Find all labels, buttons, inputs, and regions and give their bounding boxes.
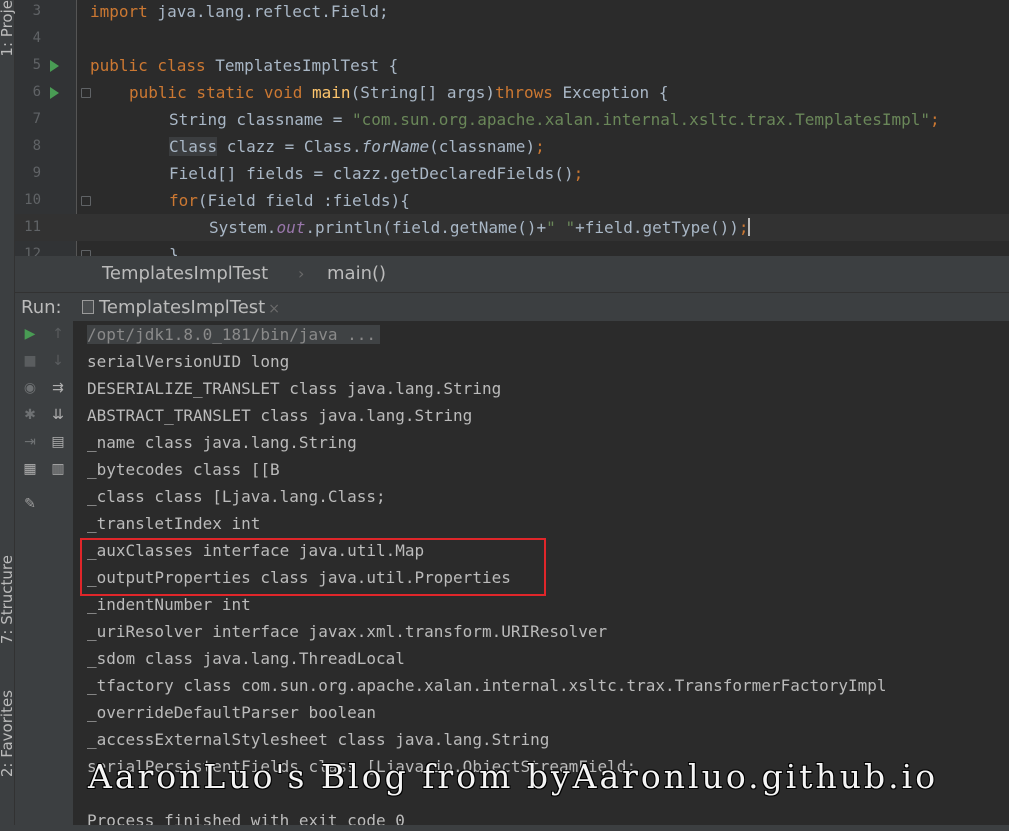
left-tool-strip: 1: Proje 7: Structure 2: Favorites xyxy=(0,0,16,831)
breadcrumb: TemplatesImplTest › main() xyxy=(15,256,1009,293)
console-line: _uriResolver interface javax.xml.transfo… xyxy=(87,622,608,641)
soft-wrap-icon[interactable]: ⇉ xyxy=(49,379,67,397)
layout-icon[interactable]: ▦ xyxy=(21,460,39,478)
breadcrumb-method[interactable]: main() xyxy=(327,256,386,292)
breadcrumb-separator: › xyxy=(298,264,305,283)
status-strip xyxy=(0,825,1009,831)
code-text: String classname = "com.sun.org.apache.x… xyxy=(169,110,940,129)
stop-icon[interactable]: ■ xyxy=(21,352,39,370)
java-command[interactable]: /opt/jdk1.8.0_181/bin/java ... xyxy=(87,325,380,344)
watermark: AaronLuo's Blog from byAaronluo.github.i… xyxy=(88,757,939,796)
line-number: 3 xyxy=(32,3,41,19)
trash-icon[interactable]: ▥ xyxy=(49,460,67,478)
console-line: _overrideDefaultParser boolean xyxy=(87,703,376,722)
code-line[interactable]: 10 for(Field field :fields){ xyxy=(15,187,1009,214)
code-line[interactable]: 3 import java.lang.reflect.Field; xyxy=(15,0,1009,25)
console-line: _sdom class java.lang.ThreadLocal xyxy=(87,649,405,668)
code-line[interactable]: 12 } xyxy=(15,241,1009,256)
console-line: _name class java.lang.String xyxy=(87,433,357,452)
print-icon[interactable]: ▤ xyxy=(49,433,67,451)
console-line: serialVersionUID long xyxy=(87,352,290,371)
fold-marker-icon[interactable] xyxy=(81,196,91,206)
project-tab[interactable]: 1: Proje xyxy=(0,0,16,57)
favorites-tab[interactable]: 2: Favorites xyxy=(0,690,16,777)
code-text: public class TemplatesImplTest { xyxy=(90,56,399,75)
code-line[interactable]: 8 Class clazz = Class.forName(classname)… xyxy=(15,133,1009,160)
breadcrumb-class[interactable]: TemplatesImplTest xyxy=(102,256,268,292)
text-caret xyxy=(748,218,751,236)
line-number: 7 xyxy=(32,111,41,127)
run-panel-header: Run: TemplatesImplTest × xyxy=(15,293,1009,321)
scroll-up-icon[interactable]: ↑ xyxy=(49,325,67,343)
line-number: 9 xyxy=(32,165,41,181)
code-text: Class clazz = Class.forName(classname); xyxy=(169,137,545,156)
code-text: System.out.println(field.getName()+" "+f… xyxy=(209,218,751,237)
code-line[interactable]: 9 Field[] fields = clazz.getDeclaredFiel… xyxy=(15,160,1009,187)
run-toolbar: ▶ ↑ ■ ↓ ◉ ⇉ ✱ ⇊ ⇥ ▤ ▦ ▥ ✎ xyxy=(15,321,73,831)
console-line: ABSTRACT_TRANSLET class java.lang.String xyxy=(87,406,473,425)
line-number: 10 xyxy=(24,192,41,208)
structure-tab[interactable]: 7: Structure xyxy=(0,555,16,644)
line-number: 12 xyxy=(24,246,41,256)
line-number: 5 xyxy=(32,57,41,73)
scroll-to-end-icon[interactable]: ⇊ xyxy=(49,406,67,424)
code-text: } xyxy=(169,245,179,256)
pin-icon[interactable]: ✎ xyxy=(21,495,39,513)
console-line: _accessExternalStylesheet class java.lan… xyxy=(87,730,550,749)
code-line[interactable]: 7 String classname = "com.sun.org.apache… xyxy=(15,106,1009,133)
run-gutter-icon[interactable] xyxy=(50,60,59,72)
code-text: Field[] fields = clazz.getDeclaredFields… xyxy=(169,164,584,183)
rerun-icon[interactable]: ▶ xyxy=(21,325,39,343)
console-line: _tfactory class com.sun.org.apache.xalan… xyxy=(87,676,887,695)
console-line: DESERIALIZE_TRANSLET class java.lang.Str… xyxy=(87,379,502,398)
run-gutter-icon[interactable] xyxy=(50,87,59,99)
code-text: for(Field field :fields){ xyxy=(169,191,410,210)
console-line: _transletIndex int xyxy=(87,514,261,533)
code-line-current[interactable]: 11 System.out.println(field.getName()+" … xyxy=(15,214,1009,241)
fold-marker-icon[interactable] xyxy=(81,88,91,98)
code-editor[interactable]: 3 import java.lang.reflect.Field; 4 5 pu… xyxy=(15,0,1009,256)
run-label: Run: xyxy=(21,297,62,318)
run-config-icon xyxy=(82,300,94,314)
debug-icon[interactable]: ✱ xyxy=(21,406,39,424)
line-number: 6 xyxy=(32,84,41,100)
run-tab-title: TemplatesImplTest xyxy=(99,297,266,318)
console-line: /opt/jdk1.8.0_181/bin/java ... xyxy=(87,321,380,348)
console-line: _bytecodes class [[B xyxy=(87,460,280,479)
code-line[interactable]: 5 public class TemplatesImplTest { xyxy=(15,52,1009,79)
line-number: 4 xyxy=(32,30,41,46)
code-line[interactable]: 4 xyxy=(15,25,1009,52)
highlight-annotation xyxy=(80,538,546,596)
scroll-down-icon[interactable]: ↓ xyxy=(49,352,67,370)
code-text: public static void main(String[] args)th… xyxy=(129,83,669,102)
line-number: 8 xyxy=(32,138,41,154)
close-tab-icon[interactable]: × xyxy=(268,301,280,317)
line-number: 11 xyxy=(24,219,41,235)
camera-icon[interactable]: ◉ xyxy=(21,379,39,397)
code-line[interactable]: 6 public static void main(String[] args)… xyxy=(15,79,1009,106)
code-text: import java.lang.reflect.Field; xyxy=(90,2,389,21)
console-line: _class class [Ljava.lang.Class; xyxy=(87,487,386,506)
exit-icon[interactable]: ⇥ xyxy=(21,433,39,451)
run-tab[interactable]: TemplatesImplTest × xyxy=(82,293,280,321)
